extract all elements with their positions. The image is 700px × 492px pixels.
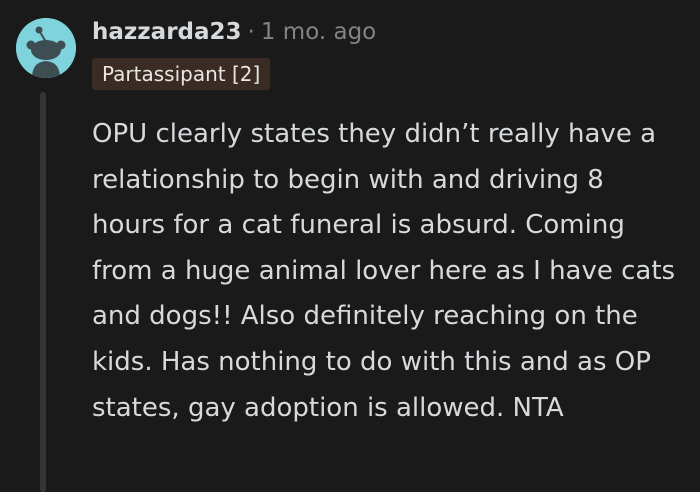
comment-header: hazzarda23 · 1 mo. ago <box>92 14 376 50</box>
comment-body: OPU clearly states they didn’t really ha… <box>92 119 676 423</box>
user-avatar[interactable] <box>16 18 76 78</box>
thread-line[interactable] <box>40 92 46 492</box>
comment: hazzarda23 · 1 mo. ago Partassipant [2] … <box>0 0 700 492</box>
meta-separator: · <box>247 19 255 45</box>
snoo-avatar-icon <box>16 18 76 78</box>
username-link[interactable]: hazzarda23 <box>92 19 242 45</box>
user-flair: Partassipant [2] <box>92 58 271 90</box>
timestamp-link[interactable]: 1 mo. ago <box>261 19 376 45</box>
